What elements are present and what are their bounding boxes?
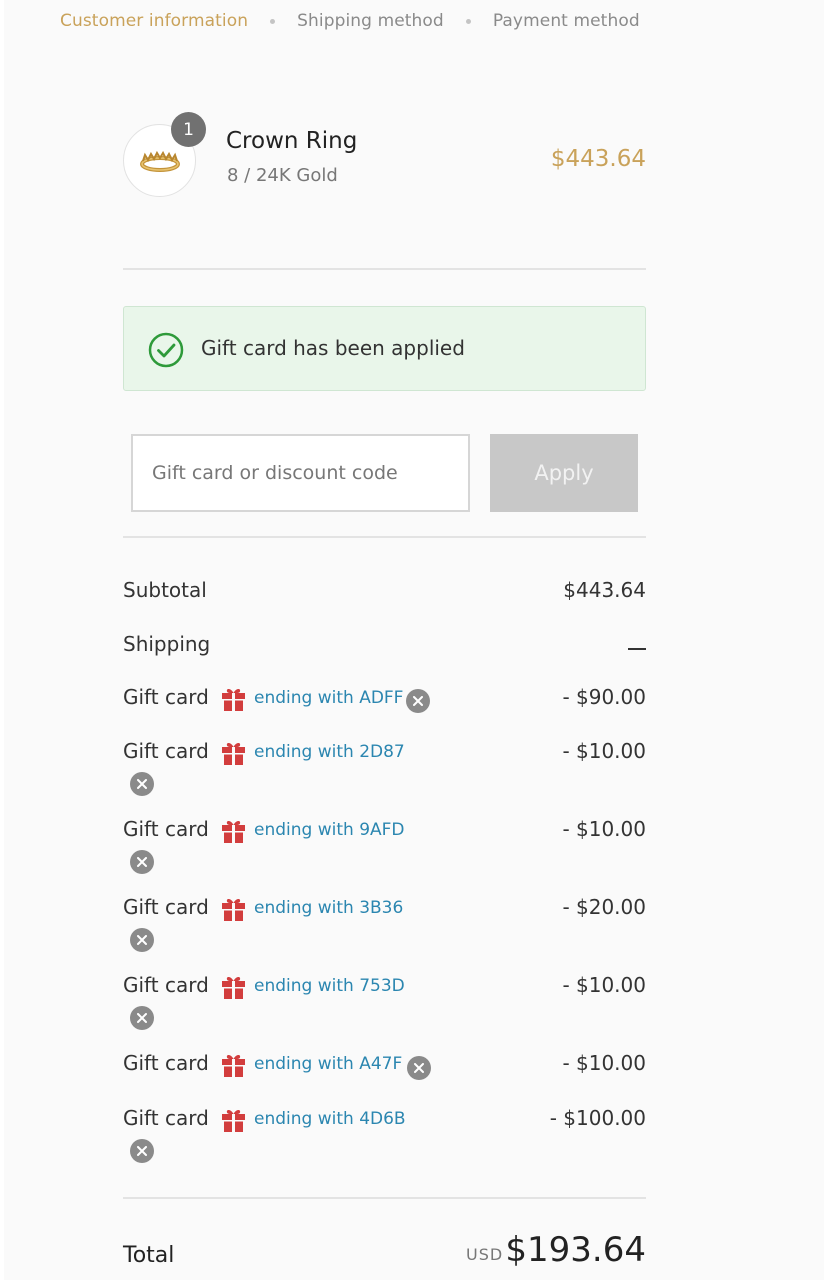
gift-card-amount: - $10.00 (562, 1051, 646, 1075)
divider (123, 536, 646, 538)
gift-icon (222, 977, 245, 999)
gift-card-code-link[interactable]: ending with 9AFD (254, 820, 405, 840)
remove-gift-card-button[interactable] (130, 928, 154, 952)
breadcrumb-separator (465, 18, 471, 24)
remove-gift-card-button[interactable] (130, 1139, 154, 1163)
gift-card-amount: - $90.00 (562, 685, 646, 709)
gift-card-code-link[interactable]: ending with A47F (254, 1054, 402, 1074)
discount-code-input[interactable] (131, 434, 470, 512)
shipping-label: Shipping (123, 632, 211, 656)
remove-gift-card-button[interactable] (130, 1006, 154, 1030)
close-icon (137, 1146, 147, 1156)
gift-card-label: Gift card (123, 817, 209, 841)
close-icon (137, 935, 147, 945)
gift-card-amount: - $10.00 (562, 973, 646, 997)
breadcrumb-shipping-method[interactable]: Shipping method (297, 11, 444, 31)
apply-button[interactable]: Apply (490, 434, 638, 512)
gift-icon (222, 1110, 245, 1132)
gift-card-code-link[interactable]: ending with 3B36 (254, 898, 403, 918)
breadcrumb-payment-method[interactable]: Payment method (493, 11, 640, 31)
gift-card-code-link[interactable]: ending with 4D6B (254, 1109, 406, 1129)
divider (123, 268, 646, 270)
gift-card-code-link[interactable]: ending with ADFF (254, 688, 403, 708)
remove-gift-card-button[interactable] (407, 1056, 431, 1080)
gift-card-amount: - $10.00 (562, 817, 646, 841)
close-icon (137, 1013, 147, 1023)
product-line-item: 1 Crown Ring 8 / 24K Gold $443.64 (123, 112, 646, 202)
gift-card-label: Gift card (123, 895, 209, 919)
gift-card-amount: - $20.00 (562, 895, 646, 919)
gift-card-code-link[interactable]: ending with 2D87 (254, 742, 405, 762)
breadcrumb-separator (270, 18, 276, 24)
gift-icon (222, 1055, 245, 1077)
total-amount: $193.64 (505, 1230, 646, 1270)
check-circle-icon (148, 332, 184, 368)
remove-gift-card-button[interactable] (130, 850, 154, 874)
gift-icon (222, 899, 245, 921)
total-currency: USD (466, 1245, 504, 1264)
subtotal-label: Subtotal (123, 578, 207, 602)
gift-card-code-link[interactable]: ending with 753D (254, 976, 405, 996)
divider (123, 1197, 646, 1199)
gift-card-amount: - $10.00 (562, 739, 646, 763)
product-price: $443.64 (550, 146, 646, 172)
remove-gift-card-button[interactable] (406, 689, 430, 713)
remove-gift-card-button[interactable] (130, 772, 154, 796)
breadcrumb-customer-information[interactable]: Customer information (60, 11, 248, 31)
gift-icon (222, 821, 245, 843)
close-icon (137, 857, 147, 867)
notice-text: Gift card has been applied (201, 336, 465, 360)
gift-icon (222, 689, 245, 711)
gift-card-label: Gift card (123, 1106, 209, 1130)
product-name: Crown Ring (226, 128, 358, 154)
close-icon (413, 696, 423, 706)
gift-card-amount: - $100.00 (549, 1106, 646, 1130)
page-edge (0, 0, 4, 1280)
gift-icon (222, 743, 245, 765)
ring-image (139, 150, 180, 172)
gift-card-label: Gift card (123, 973, 209, 997)
gift-card-label: Gift card (123, 1051, 209, 1075)
product-variant: 8 / 24K Gold (227, 165, 338, 186)
quantity-badge: 1 (171, 112, 206, 147)
close-icon (137, 779, 147, 789)
gift-card-label: Gift card (123, 739, 209, 763)
close-icon (414, 1063, 424, 1073)
gift-card-label: Gift card (123, 685, 209, 709)
subtotal-value: $443.64 (563, 578, 646, 602)
breadcrumb: Customer information Shipping method Pay… (60, 11, 640, 31)
gift-card-applied-notice: Gift card has been applied (123, 306, 646, 391)
total-label: Total (123, 1243, 175, 1268)
shipping-value-dash (628, 648, 646, 650)
